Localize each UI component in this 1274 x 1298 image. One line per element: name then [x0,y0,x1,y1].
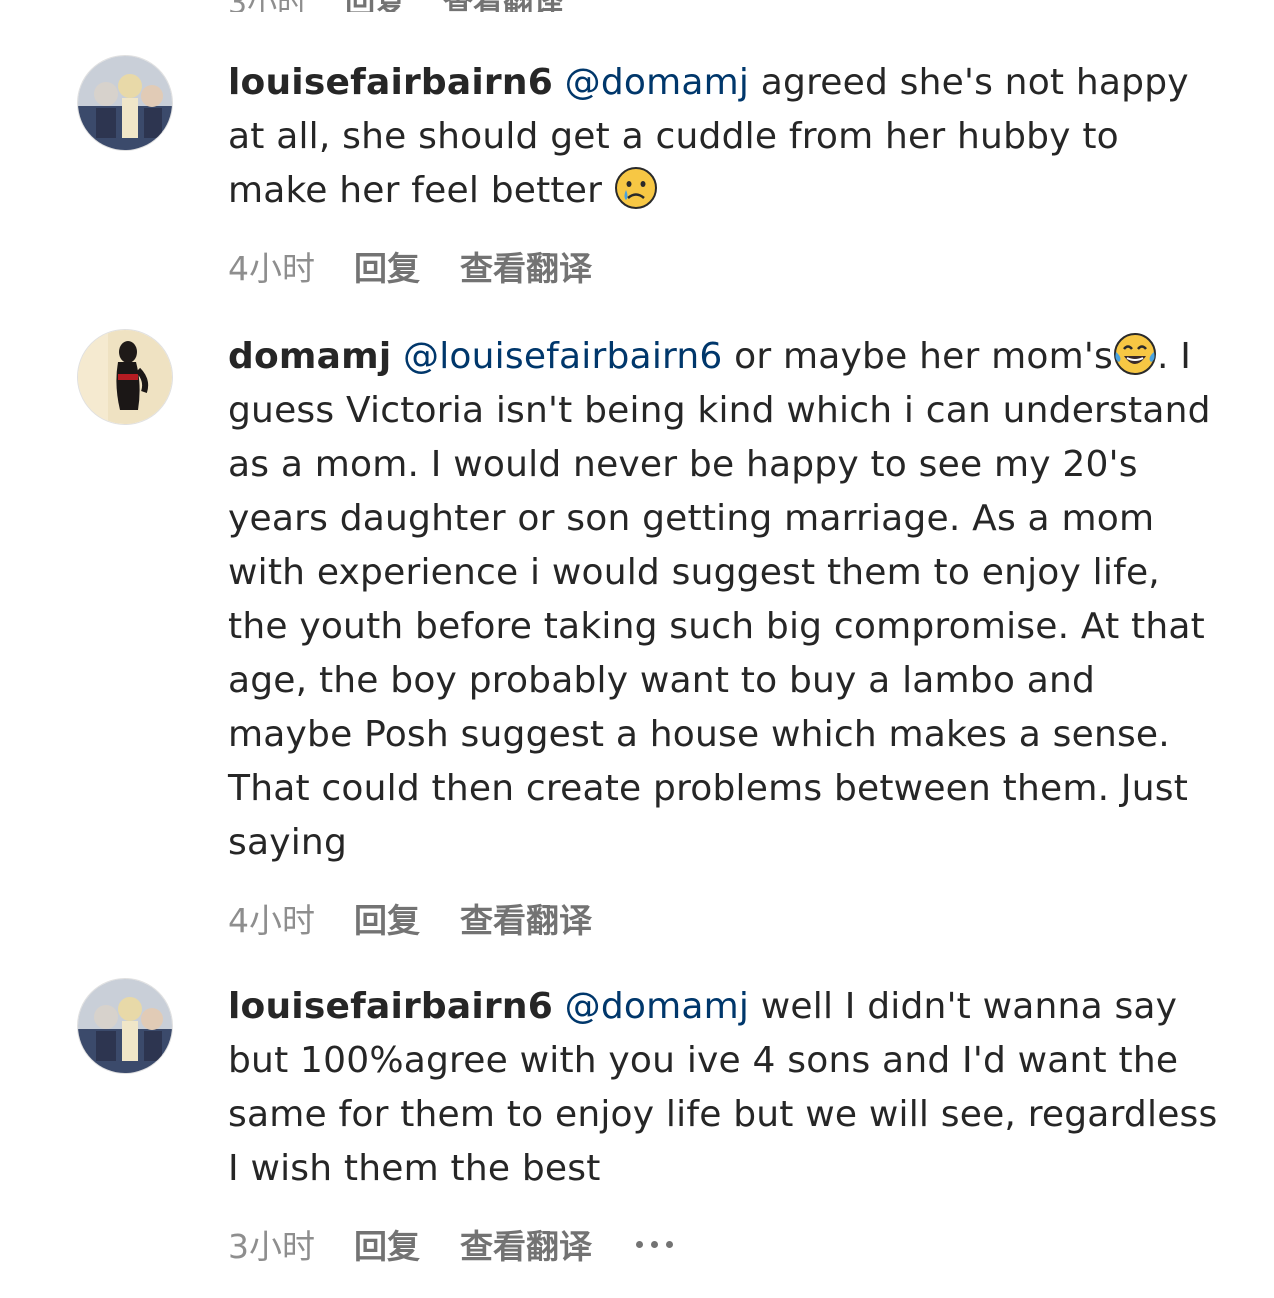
comment-time: 3小时 [228,1227,315,1266]
previous-reply-button[interactable]: 回复 [345,0,405,12]
avatar[interactable] [77,329,173,425]
reply-button[interactable]: 回复 [354,242,460,290]
comment-username[interactable]: louisefairbairn6 [228,62,553,103]
comment-username[interactable]: louisefairbairn6 [228,986,553,1027]
comment-meta: 4小时 回复 查看翻译 [228,898,636,940]
comment-body: domamj @louisefairbairn6 or maybe her mo… [228,330,1228,870]
previous-comment-meta: 3小时 回复 查看翻译 [228,0,563,12]
comment-username[interactable]: domamj [228,336,391,377]
comment-mention[interactable]: @louisefairbairn6 [403,336,723,377]
tears-of-joy-face-icon [1113,333,1156,375]
previous-translate-button[interactable]: 查看翻译 [443,0,563,12]
comment-mention[interactable]: @domamj [565,986,749,1027]
comment-text: or maybe her mom's [722,336,1113,377]
translate-button[interactable]: 查看翻译 [460,894,636,942]
comment-meta: 3小时 回复 查看翻译 [228,1224,673,1266]
translate-button[interactable]: 查看翻译 [460,242,636,290]
reply-button[interactable]: 回复 [354,894,460,942]
crying-face-icon [614,167,657,209]
avatar-photo-icon [78,56,172,150]
translate-button[interactable]: 查看翻译 [460,1220,636,1268]
comment-text-continued: . I guess Victoria isn't being kind whic… [228,336,1211,863]
previous-time: 3小时 [228,0,307,12]
comment-body: louisefairbairn6 @domamj well I didn't w… [228,980,1228,1196]
avatar[interactable] [77,978,173,1074]
comment-meta: 4小时 回复 查看翻译 [228,246,636,288]
avatar-photo-icon [78,330,172,424]
comment-time: 4小时 [228,901,315,940]
avatar[interactable] [77,55,173,151]
comment-time: 4小时 [228,249,315,288]
avatar-photo-icon [78,979,172,1073]
reply-button[interactable]: 回复 [354,1220,460,1268]
comment-body: louisefairbairn6 @domamj agreed she's no… [228,56,1228,218]
more-options-icon[interactable] [636,1224,673,1264]
comment-mention[interactable]: @domamj [565,62,749,103]
